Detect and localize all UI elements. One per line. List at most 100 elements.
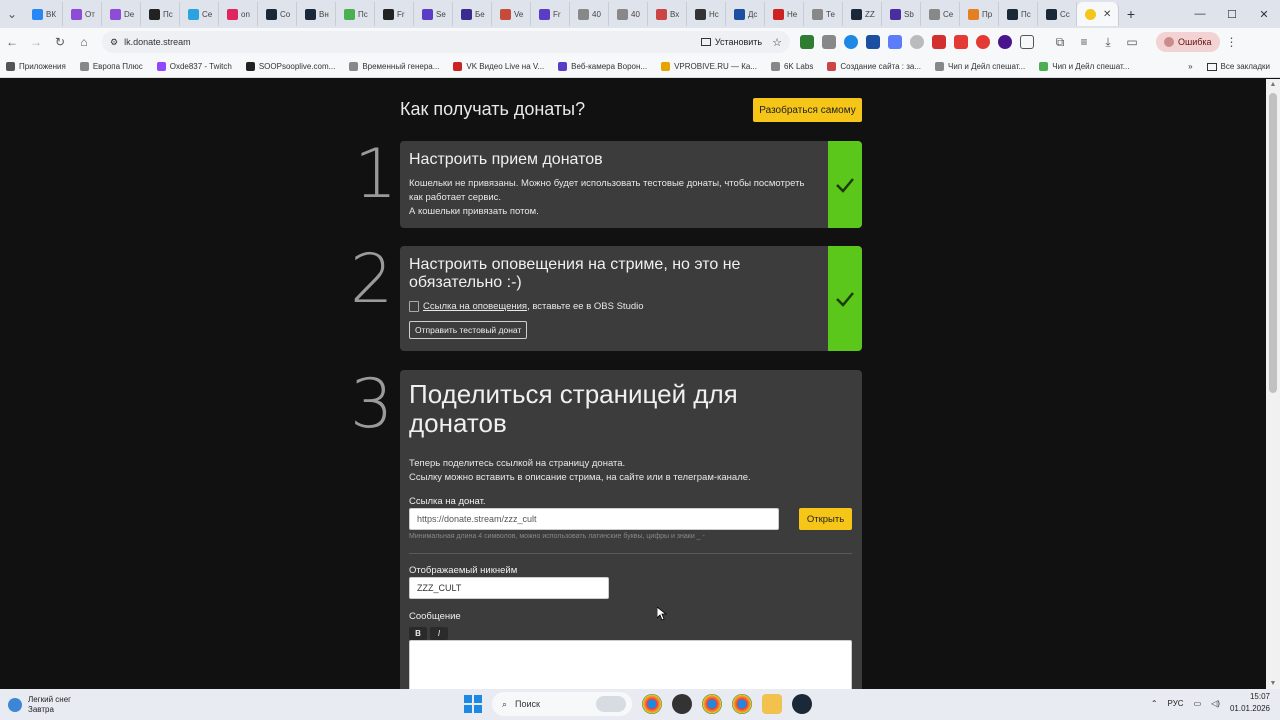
- screenshot-icon[interactable]: ⧉: [1048, 35, 1072, 50]
- browser-tab[interactable]: От: [63, 2, 102, 26]
- browser-tab[interactable]: Fr: [531, 2, 570, 26]
- menu-icon[interactable]: ⋮: [1220, 35, 1244, 49]
- bookmark-item[interactable]: SOOPsooplive.com...: [245, 62, 335, 71]
- maximize-icon[interactable]: ☐: [1216, 8, 1248, 21]
- bookmark-item[interactable]: Чип и Дейл спешат...: [935, 62, 1025, 71]
- extension-icon[interactable]: [800, 35, 814, 49]
- reload-icon[interactable]: ↻: [48, 35, 72, 49]
- browser-tab[interactable]: ВК: [24, 2, 63, 26]
- nickname-input[interactable]: ZZZ_CULT: [409, 577, 609, 599]
- browser-tab[interactable]: Не: [765, 2, 804, 26]
- extension-icon[interactable]: [844, 35, 858, 49]
- tab-active[interactable]: ✕: [1077, 2, 1119, 26]
- cast-icon[interactable]: ▭: [1120, 35, 1144, 49]
- browser-tab[interactable]: Вх: [648, 2, 687, 26]
- profile-error-button[interactable]: Ошибка: [1156, 32, 1220, 52]
- address-bar[interactable]: ⚙ lk.donate.stream Установить ☆: [102, 31, 790, 53]
- extension-icon[interactable]: [822, 35, 836, 49]
- send-test-donation-button[interactable]: Отправить тестовый донат: [409, 320, 528, 339]
- weather-widget[interactable]: Легкий снег Завтра: [8, 695, 71, 715]
- bookmark-star-icon[interactable]: ☆: [772, 36, 782, 49]
- close-tab-icon[interactable]: ✕: [1103, 9, 1111, 20]
- browser-tab[interactable]: Sb: [882, 2, 921, 26]
- tab-search-icon[interactable]: ⌄: [0, 7, 24, 21]
- browser-tab[interactable]: Пс: [336, 2, 375, 26]
- browser-tab[interactable]: Пр: [960, 2, 999, 26]
- donate-link-input[interactable]: https://donate.stream/zzz_cult: [409, 508, 779, 530]
- browser-tab[interactable]: Бе: [453, 2, 492, 26]
- browser-tab[interactable]: Fr: [375, 2, 414, 26]
- install-app-button[interactable]: Установить: [700, 37, 762, 47]
- browser-tab[interactable]: Сс: [1038, 2, 1077, 26]
- site-info-icon[interactable]: ⚙: [110, 37, 118, 48]
- chrome-icon[interactable]: [642, 694, 662, 714]
- playlist-icon[interactable]: ≡: [1072, 35, 1096, 49]
- new-tab-button[interactable]: +: [1119, 2, 1143, 26]
- open-donate-page-button[interactable]: Открыть: [799, 508, 852, 530]
- folder-icon[interactable]: [762, 694, 782, 714]
- browser-tab[interactable]: Те: [804, 2, 843, 26]
- extension-icon[interactable]: [998, 35, 1012, 49]
- network-icon[interactable]: ▭: [1194, 699, 1202, 708]
- minimize-icon[interactable]: —: [1184, 8, 1216, 21]
- back-icon[interactable]: ←: [0, 35, 24, 49]
- start-icon[interactable]: [464, 695, 482, 713]
- browser-tab[interactable]: 40: [570, 2, 609, 26]
- language-indicator[interactable]: РУС: [1168, 699, 1184, 708]
- bookmark-item[interactable]: Веб-камера Ворон...: [558, 62, 647, 71]
- browser-tab[interactable]: Пс: [141, 2, 180, 26]
- bookmark-item[interactable]: VK Видео Live на V...: [453, 62, 544, 71]
- copy-icon[interactable]: [409, 300, 419, 312]
- scroll-down-icon[interactable]: ▼: [1266, 680, 1280, 687]
- scrollbar-thumb[interactable]: [1269, 93, 1277, 393]
- volume-icon[interactable]: ◁): [1211, 699, 1220, 708]
- page-scrollbar[interactable]: ▲ ▼: [1266, 79, 1280, 689]
- browser-tab[interactable]: Дс: [726, 2, 765, 26]
- bookmark-item[interactable]: VPROBIVE.RU — Ка...: [661, 62, 757, 71]
- browser-tab[interactable]: Се: [180, 2, 219, 26]
- extension-icon[interactable]: [976, 35, 990, 49]
- browser-tab[interactable]: Вн: [297, 2, 336, 26]
- bookmark-item[interactable]: Европа Плюс: [79, 62, 143, 71]
- browser-tab[interactable]: Се: [921, 2, 960, 26]
- chrome-icon[interactable]: [732, 694, 752, 714]
- puzzle-icon[interactable]: [1020, 35, 1034, 49]
- alerts-link[interactable]: Ссылка на оповещения: [423, 301, 527, 312]
- forward-icon[interactable]: →: [24, 35, 48, 49]
- bookmark-item[interactable]: Создание сайта : за...: [827, 62, 921, 71]
- browser-tab[interactable]: Se: [414, 2, 453, 26]
- figure-out-yourself-button[interactable]: Разобраться самому: [753, 98, 862, 122]
- bookmark-item[interactable]: Чип и Дейл спешат...: [1039, 62, 1129, 71]
- chrome-icon[interactable]: [702, 694, 722, 714]
- browser-tab[interactable]: ZZ: [843, 2, 882, 26]
- bookmark-item[interactable]: 6K Labs: [770, 62, 813, 71]
- taskbar-search[interactable]: ⌕ Поиск: [492, 692, 632, 716]
- italic-button[interactable]: I: [430, 627, 448, 640]
- browser-tab[interactable]: Пс: [999, 2, 1038, 26]
- close-window-icon[interactable]: ✕: [1248, 8, 1280, 21]
- browser-tab[interactable]: Со: [258, 2, 297, 26]
- browser-tab[interactable]: 40: [609, 2, 648, 26]
- more-bookmarks-icon[interactable]: »: [1188, 62, 1192, 71]
- clock[interactable]: 15:07 01.01.2026: [1230, 691, 1270, 715]
- url-text[interactable]: lk.donate.stream: [124, 37, 701, 47]
- bold-button[interactable]: B: [409, 627, 427, 640]
- bookmark-item[interactable]: Oxde837 - Twitch: [156, 62, 232, 71]
- extension-icon[interactable]: [932, 35, 946, 49]
- browser-tab[interactable]: Нс: [687, 2, 726, 26]
- message-textarea[interactable]: [409, 640, 852, 689]
- scroll-up-icon[interactable]: ▲: [1266, 81, 1280, 88]
- browser-tab[interactable]: De: [102, 2, 141, 26]
- all-bookmarks-button[interactable]: Все закладки: [1206, 62, 1270, 71]
- obs-icon[interactable]: [672, 694, 692, 714]
- bookmark-item[interactable]: Временный генера...: [349, 62, 439, 71]
- tray-overflow-icon[interactable]: ⌃: [1151, 699, 1158, 708]
- extension-icon[interactable]: [910, 35, 924, 49]
- bookmark-item[interactable]: Приложения: [6, 62, 66, 71]
- home-icon[interactable]: ⌂: [72, 35, 96, 49]
- browser-tab[interactable]: Ve: [492, 2, 531, 26]
- extension-icon[interactable]: [866, 35, 880, 49]
- extension-icon[interactable]: [954, 35, 968, 49]
- download-icon[interactable]: ⤓: [1096, 35, 1120, 50]
- extension-icon[interactable]: [888, 35, 902, 49]
